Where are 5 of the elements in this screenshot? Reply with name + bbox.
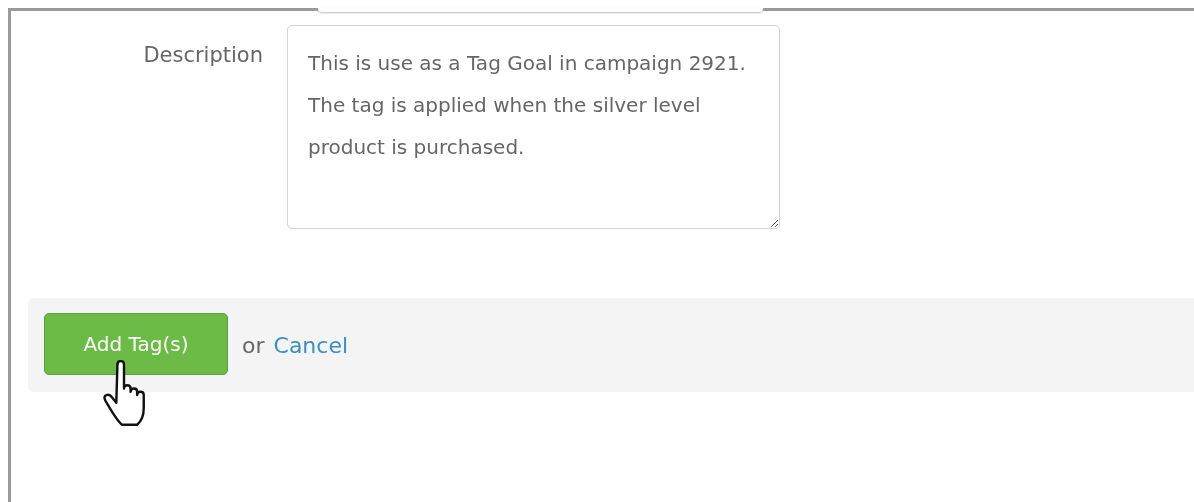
description-field[interactable]: This is use as a Tag Goal in campaign 2921. The tag is applied when the silver level product is purchased. [287,25,780,229]
or-text: or [242,332,265,358]
cancel-link[interactable]: Cancel [273,332,349,358]
description-label: Description [142,42,264,69]
add-tags-button[interactable]: Add Tag(s) [44,313,228,375]
